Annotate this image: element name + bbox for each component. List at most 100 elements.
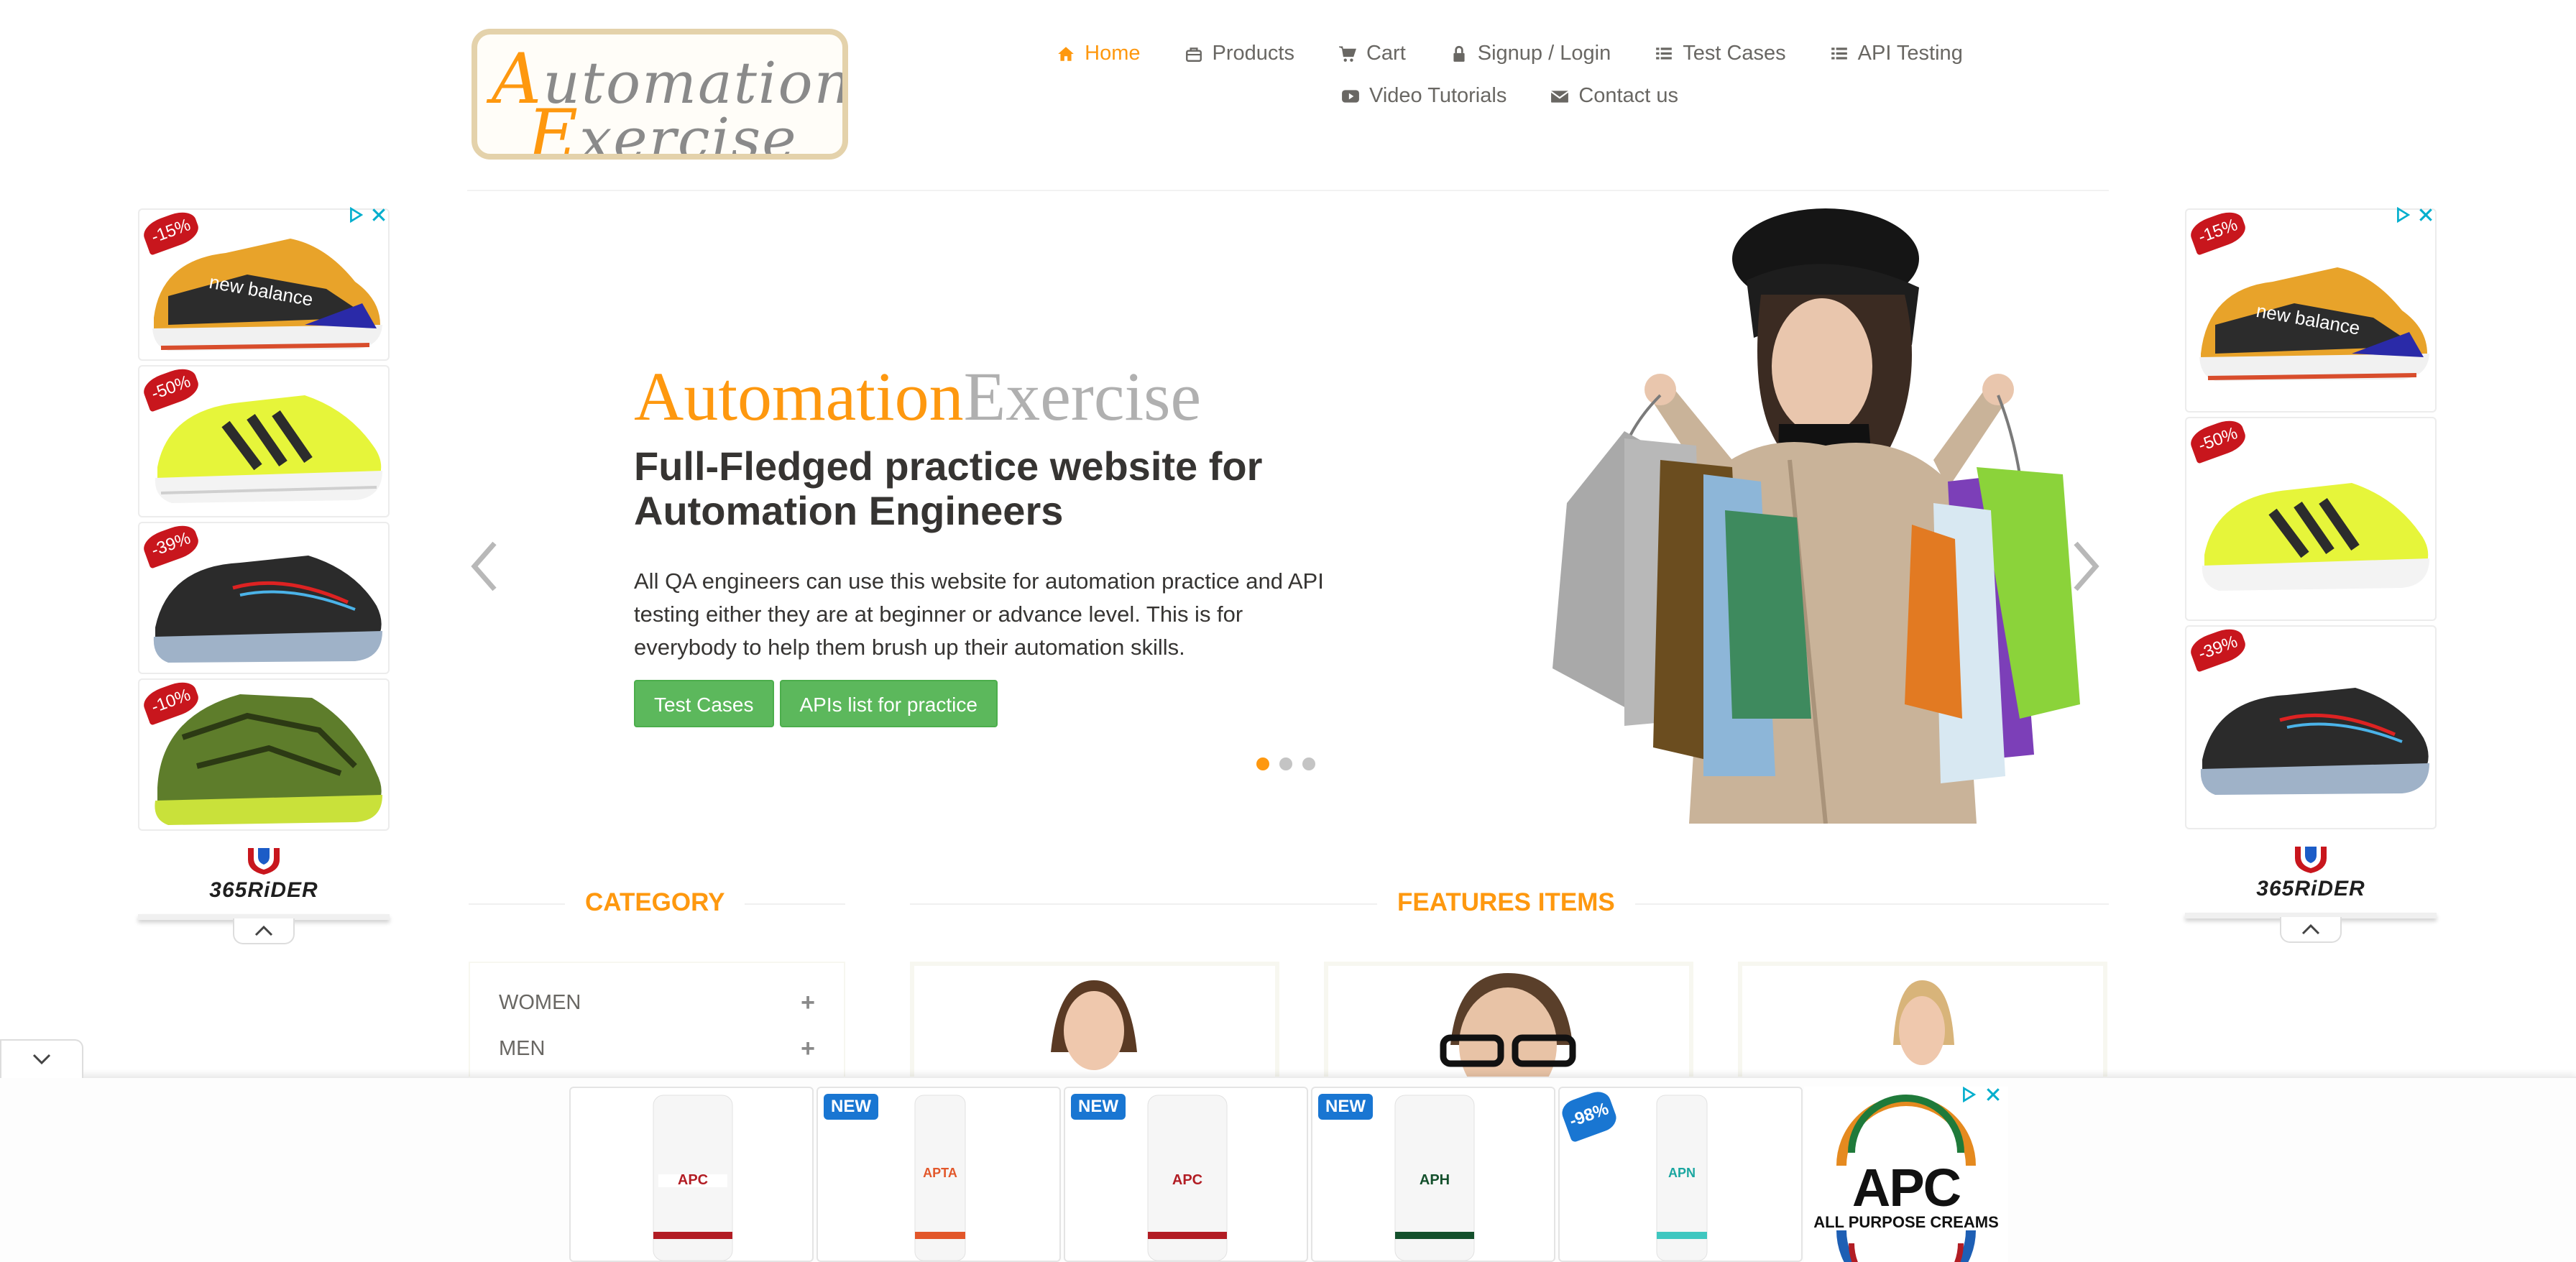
cream-bottle-image: APC <box>653 1095 733 1261</box>
ad-choices[interactable] <box>1961 1087 2001 1102</box>
brand-part-automation: Automation <box>634 358 964 435</box>
logo-rest-2: xercise <box>579 106 798 160</box>
category-label: WOMEN <box>499 991 581 1014</box>
bottom-banner-ad[interactable]: APC NEW APTA NEW APC NEW APH -98% APN AP… <box>0 1077 2576 1262</box>
slider-dot[interactable] <box>1279 757 1292 770</box>
ad-product-card[interactable]: APC <box>569 1087 814 1262</box>
nav-home-label: Home <box>1085 42 1141 65</box>
ad-brand-card[interactable]: APC ALL PURPOSE CREAMS <box>1804 1087 2008 1262</box>
cart-icon <box>1338 44 1358 64</box>
shield-icon <box>248 848 280 875</box>
adchoices-icon[interactable] <box>2395 207 2411 223</box>
lock-icon <box>1449 44 1469 64</box>
list-icon <box>1654 44 1674 64</box>
slider-brand-title: AutomationExercise <box>634 356 1201 436</box>
ad-shoe-card[interactable]: -39% <box>2185 625 2437 829</box>
nav-video-tutorials-label: Video Tutorials <box>1369 84 1507 107</box>
ad-choices[interactable] <box>348 207 387 223</box>
bottom-ad-toggle[interactable] <box>0 1039 83 1078</box>
ad-collapse-bar <box>2185 913 2437 943</box>
category-item-women[interactable]: WOMEN + <box>499 989 815 1017</box>
close-icon[interactable] <box>2418 207 2434 223</box>
svg-text:APH: APH <box>1420 1172 1450 1188</box>
nav-products-label: Products <box>1212 42 1294 65</box>
slider-description: All QA engineers can use this website fo… <box>634 568 1324 660</box>
slider-indicators <box>1256 757 1315 770</box>
brand-part-exercise: Exercise <box>963 358 1202 435</box>
list-icon <box>1829 44 1849 64</box>
hero-slider: AutomationExercise Full-Fledged practice… <box>467 194 2109 826</box>
ad-collapse-button[interactable] <box>2280 917 2342 943</box>
category-item-men[interactable]: MEN + <box>499 1035 815 1063</box>
chevron-up-icon <box>2301 924 2320 935</box>
nav-row-1: Home Products Cart Signup / Login Test C… <box>1035 42 1984 65</box>
ad-shoe-card[interactable]: -15% new balance <box>138 208 390 361</box>
new-badge: NEW <box>1071 1094 1126 1120</box>
close-icon[interactable] <box>371 207 387 223</box>
ad-brand-logo[interactable]: 365RiDER <box>138 835 390 914</box>
header-divider <box>467 190 2109 191</box>
plus-icon[interactable]: + <box>801 1035 815 1063</box>
ad-brand-logo[interactable]: 365RiDER <box>2185 834 2437 913</box>
slider-dot[interactable] <box>1256 757 1269 770</box>
nav-home[interactable]: Home <box>1056 42 1141 65</box>
ad-choices[interactable] <box>2395 207 2434 223</box>
logo-line-2: Exercise <box>528 95 798 160</box>
nav-products[interactable]: Products <box>1184 42 1294 65</box>
category-label: MEN <box>499 1037 546 1060</box>
adchoices-icon[interactable] <box>1961 1087 1977 1102</box>
chevron-left-icon <box>471 541 497 591</box>
ad-product-card[interactable]: NEW APC <box>1064 1087 1308 1262</box>
ad-shoe-card[interactable]: -50% <box>2185 417 2437 621</box>
close-icon[interactable] <box>1985 1087 2001 1102</box>
right-side-ad[interactable]: -15% new balance -50% -39% 365RiDER <box>2185 207 2437 943</box>
left-side-ad[interactable]: -15% new balance -50% -39% -10% 365RiDER <box>138 207 390 944</box>
category-title: CATEGORY <box>565 888 745 917</box>
features-title: FEATURES ITEMS <box>1377 888 1635 917</box>
nav-video-tutorials[interactable]: Video Tutorials <box>1340 84 1506 108</box>
youtube-icon <box>1340 86 1361 106</box>
plus-icon[interactable]: + <box>801 989 815 1017</box>
slider-buttons: Test Cases APIs list for practice <box>634 680 998 727</box>
ad-brand-name: 365RiDER <box>2256 877 2365 901</box>
ad-product-card[interactable]: NEW APH <box>1311 1087 1555 1262</box>
ad-collapse-button[interactable] <box>233 918 295 944</box>
svg-text:APC: APC <box>678 1172 708 1188</box>
apis-list-button[interactable]: APIs list for practice <box>779 680 998 727</box>
svg-text:APC: APC <box>1172 1172 1202 1188</box>
ad-shoe-card[interactable]: -15% new balance <box>2185 208 2437 413</box>
nav-api-testing-label: API Testing <box>1857 42 1963 65</box>
nav-signup-login-label: Signup / Login <box>1477 42 1611 65</box>
nav-contact-us-label: Contact us <box>1578 84 1678 107</box>
ad-collapse-bar <box>138 914 390 944</box>
ad-brand-name: APC <box>1852 1158 1961 1217</box>
chevron-up-icon <box>254 925 273 936</box>
slider-heading: Full-Fledged practice website for Automa… <box>634 443 1263 533</box>
ad-brand-subtitle: ALL PURPOSE CREAMS <box>1813 1213 1999 1231</box>
site-logo[interactable]: Automation Exercise <box>472 29 848 160</box>
ad-product-card[interactable]: -98% APN <box>1558 1087 1803 1262</box>
new-badge: NEW <box>1318 1094 1373 1120</box>
nav-contact-us[interactable]: Contact us <box>1550 84 1678 108</box>
slider-dot[interactable] <box>1302 757 1315 770</box>
nav-row-2: Video Tutorials Contact us <box>1035 84 1984 108</box>
nav-cart[interactable]: Cart <box>1338 42 1406 65</box>
shield-icon <box>2295 847 2327 873</box>
products-icon <box>1184 44 1204 64</box>
ad-shoe-card[interactable]: -10% <box>138 678 390 831</box>
slider-prev-button[interactable] <box>467 538 503 595</box>
nav-signup-login[interactable]: Signup / Login <box>1449 42 1611 65</box>
home-icon <box>1056 44 1076 64</box>
test-cases-button[interactable]: Test Cases <box>634 680 774 727</box>
ad-product-card[interactable]: NEW APTA <box>816 1087 1061 1262</box>
adchoices-icon[interactable] <box>348 207 364 223</box>
nav-api-testing[interactable]: API Testing <box>1829 42 1963 65</box>
ad-shoe-card[interactable]: -39% <box>138 522 390 674</box>
nav-cart-label: Cart <box>1366 42 1406 65</box>
ad-shoe-card[interactable]: -50% <box>138 365 390 517</box>
nav-test-cases-label: Test Cases <box>1683 42 1786 65</box>
hero-girl-shopping-image <box>1387 201 2080 824</box>
svg-text:APTA: APTA <box>923 1166 957 1180</box>
nav-test-cases[interactable]: Test Cases <box>1654 42 1786 65</box>
main-navigation: Home Products Cart Signup / Login Test C… <box>1035 42 1984 126</box>
